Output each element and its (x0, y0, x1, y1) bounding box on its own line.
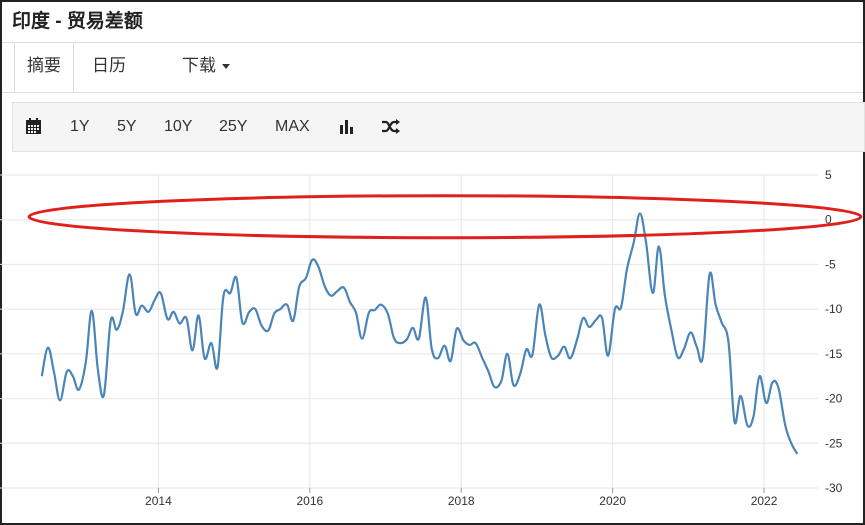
chart-toolbar: 1Y 5Y 10Y 25Y MAX (12, 102, 865, 152)
range-10y-button[interactable]: 10Y (164, 103, 192, 151)
tab-calendar[interactable]: 日历 (92, 43, 126, 91)
range-1y-button[interactable]: 1Y (70, 103, 90, 151)
range-max-button[interactable]: MAX (275, 103, 310, 151)
grid (0, 174, 818, 489)
highlight-ellipse (27, 194, 863, 240)
x-tick-label: 2018 (448, 494, 475, 508)
y-tick-label: -20 (825, 392, 843, 406)
chevron-down-icon (222, 64, 230, 70)
trade-balance-chart: 50-5-10-15-20-25-30 2014 2016 2018 2020 2022 (0, 168, 863, 508)
y-tick-label: -10 (825, 302, 843, 316)
annotation (27, 194, 863, 240)
series (40, 212, 799, 455)
x-tick-label: 2020 (599, 494, 626, 508)
tab-bar: 摘要 日历 下载 (2, 42, 863, 93)
x-tick-label: 2016 (296, 494, 323, 508)
tab-download[interactable]: 下载 (182, 43, 230, 91)
tab-download-label: 下载 (182, 56, 216, 75)
x-tick-label: 2022 (751, 494, 778, 508)
y-tick-label: -15 (825, 347, 843, 361)
y-tick-label: -5 (825, 257, 836, 271)
x-tick-label: 2014 (145, 494, 172, 508)
range-25y-button[interactable]: 25Y (219, 103, 247, 151)
series-line (40, 212, 799, 455)
y-tick-label: -25 (825, 436, 843, 450)
shuffle-icon[interactable] (381, 118, 401, 140)
x-axis: 2014 2016 2018 2020 2022 (145, 488, 778, 508)
calendar-icon[interactable] (25, 118, 42, 140)
y-axis: 50-5-10-15-20-25-30 (825, 168, 843, 495)
y-tick-label: -30 (825, 481, 843, 495)
range-5y-button[interactable]: 5Y (117, 103, 137, 151)
y-tick-label: 5 (825, 168, 832, 182)
page-title: 印度 - 贸易差额 (12, 11, 143, 32)
bar-chart-icon[interactable] (338, 118, 355, 140)
tab-summary[interactable]: 摘要 (14, 43, 74, 92)
